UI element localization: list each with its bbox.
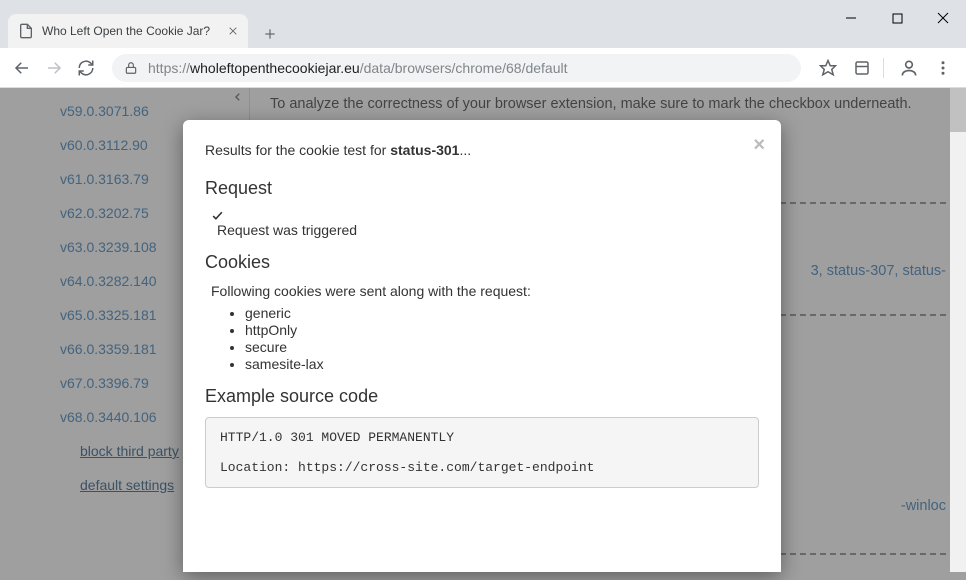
close-window-button[interactable] [920, 0, 966, 36]
page-scrollbar[interactable] [950, 88, 966, 572]
request-status: Request was triggered [211, 209, 759, 238]
cookies-intro: Following cookies were sent along with t… [211, 283, 759, 299]
results-modal: × Results for the cookie test for status… [183, 120, 781, 572]
scrollbar-thumb[interactable] [950, 88, 966, 132]
page-icon [18, 23, 34, 39]
new-tab-button[interactable] [256, 20, 284, 48]
request-heading: Request [205, 178, 759, 199]
code-heading: Example source code [205, 386, 759, 407]
url-scheme: https:// [148, 60, 190, 76]
back-button[interactable] [8, 54, 36, 82]
cookies-list: generic httpOnly secure samesite-lax [245, 305, 759, 372]
extension-button[interactable] [847, 53, 877, 83]
cookie-item: secure [245, 339, 759, 355]
modal-title-suffix: ... [459, 142, 471, 158]
forward-button[interactable] [40, 54, 68, 82]
check-icon [211, 209, 759, 222]
tab-title: Who Left Open the Cookie Jar? [42, 24, 220, 38]
browser-tab[interactable]: Who Left Open the Cookie Jar? [8, 14, 248, 48]
tab-strip: Who Left Open the Cookie Jar? [0, 0, 284, 48]
cookie-item: samesite-lax [245, 356, 759, 372]
toolbar: https://wholeftopenthecookiejar.eu/data/… [0, 48, 966, 88]
cookie-item: generic [245, 305, 759, 321]
cookie-item: httpOnly [245, 322, 759, 338]
request-status-text: Request was triggered [217, 222, 357, 238]
profile-button[interactable] [894, 53, 924, 83]
window-controls [828, 0, 966, 36]
example-code: HTTP/1.0 301 MOVED PERMANENTLY Location:… [205, 417, 759, 488]
toolbar-separator [883, 58, 884, 78]
modal-title: Results for the cookie test for status-3… [205, 142, 759, 158]
bookmark-button[interactable] [813, 53, 843, 83]
url-path: /data/browsers/chrome/68/default [360, 60, 568, 76]
modal-close-button[interactable]: × [753, 134, 765, 157]
modal-title-test: status-301 [390, 142, 459, 158]
tab-close-icon[interactable] [228, 26, 238, 36]
cookies-heading: Cookies [205, 252, 759, 273]
address-bar[interactable]: https://wholeftopenthecookiejar.eu/data/… [112, 54, 801, 82]
titlebar: Who Left Open the Cookie Jar? [0, 0, 966, 48]
modal-title-prefix: Results for the cookie test for [205, 142, 390, 158]
menu-button[interactable] [928, 53, 958, 83]
url-host: wholeftopenthecookiejar.eu [190, 60, 360, 76]
maximize-button[interactable] [874, 0, 920, 36]
lock-icon [124, 61, 138, 75]
reload-button[interactable] [72, 54, 100, 82]
toolbar-right [809, 53, 958, 83]
minimize-button[interactable] [828, 0, 874, 36]
